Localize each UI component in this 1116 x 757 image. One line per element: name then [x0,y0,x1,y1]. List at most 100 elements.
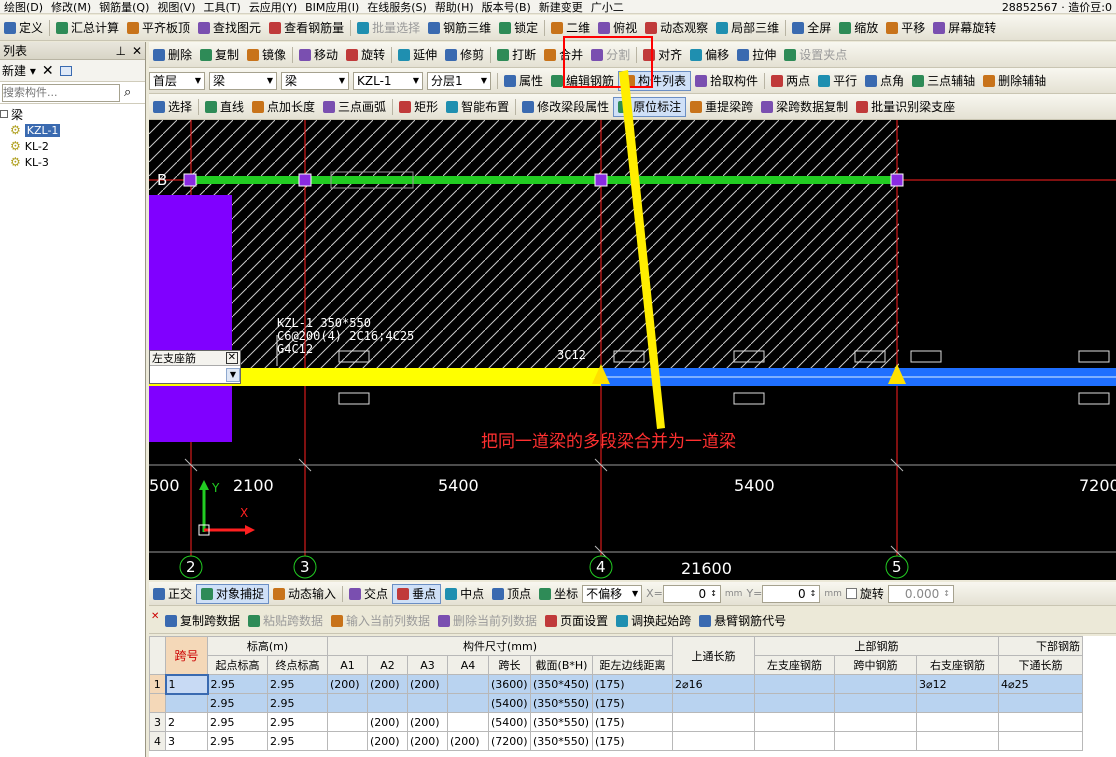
grid-item-4-button[interactable]: 页面设置 [541,611,612,631]
cell-span[interactable]: 1 [164,673,209,695]
offset-mode-select[interactable]: 不偏移 ▼ [582,584,643,603]
cell-a2[interactable] [367,693,408,713]
cell-mid[interactable] [834,712,917,732]
cell-start[interactable]: 2.95 [207,693,268,713]
chevron-down-icon[interactable]: ▼ [226,367,240,382]
cell-dist[interactable]: (175) [592,731,673,751]
edit-item-10-button[interactable]: 对齐 [639,45,686,65]
snap-item-4-button[interactable]: 垂点 [392,583,442,604]
menu-new-change[interactable]: 新建变更 [535,0,587,14]
x-input[interactable]: 0 ↕ [662,584,721,603]
cell-start[interactable]: 2.95 [207,712,268,732]
snap-item-1-button[interactable]: 对象捕捉 [196,583,270,604]
edit-item-8-button[interactable]: 合并 [540,45,587,65]
cell-a3[interactable]: (200) [407,674,448,694]
rotate-input[interactable]: 0.000 ↕ [887,584,954,603]
combo-type1[interactable]: 梁 ▼ [209,71,277,90]
draw-item-8-button[interactable]: 重提梁跨 [686,97,757,117]
menu-view[interactable]: 视图(V) [153,0,199,14]
pin-icon[interactable]: ⊥ [115,44,125,58]
stepper-icon[interactable]: ↕ [710,589,717,598]
cell-span[interactable]: 2 [165,712,208,732]
grid-item-0-button[interactable]: 复制跨数据 [161,611,244,631]
cell-start[interactable]: 2.95 [207,674,268,694]
tree-item[interactable]: ⚙ KZL-1 [0,122,145,138]
cell-len[interactable]: (3600) [488,674,531,694]
rotate-checkbox[interactable] [845,588,857,599]
draw-item-9-button[interactable]: 梁跨数据复制 [757,97,852,117]
cell-mid[interactable] [834,674,917,694]
comp-item-5-button[interactable]: 平行 [814,71,861,91]
cell-len[interactable]: (5400) [488,693,531,713]
draw-item-3-button[interactable]: 三点画弧 [319,97,390,117]
search-input[interactable] [2,83,120,102]
menu-tools[interactable]: 工具(T) [200,0,245,14]
edit-item-13-button[interactable]: 设置夹点 [780,45,851,65]
combo-layer[interactable]: 分层1 ▼ [427,71,491,90]
comp-item-3-button[interactable]: 拾取构件 [691,71,762,91]
comp-item-4-button[interactable]: 两点 [767,71,814,91]
tree-item[interactable]: ⚙ KL-3 [0,154,145,170]
edit-item-12-button[interactable]: 拉伸 [733,45,780,65]
cell-bot[interactable]: 4⌀25 [998,674,1083,694]
menu-draw[interactable]: 绘图(D) [0,0,47,14]
comp-item-0-button[interactable]: 属性 [500,71,547,91]
snap-item-6-button[interactable]: 顶点 [488,584,535,604]
snap-item-7-button[interactable]: 坐标 [535,584,582,604]
main-item-13-button[interactable]: 缩放 [835,18,882,38]
stepper-icon[interactable]: ↕ [943,589,950,598]
edit-item-4-button[interactable]: 旋转 [342,45,389,65]
draw-item-1-button[interactable]: 直线 [201,97,248,117]
main-item-15-button[interactable]: 屏幕旋转 [929,18,1000,38]
draw-item-2-button[interactable]: 点加长度 [248,97,319,117]
cell-bot[interactable] [998,731,1083,751]
edit-item-6-button[interactable]: 修剪 [441,45,488,65]
comp-item-8-button[interactable]: 删除辅轴 [979,71,1050,91]
edit-item-7-button[interactable]: 打断 [493,45,540,65]
snap-item-5-button[interactable]: 中点 [441,584,488,604]
cell-a1[interactable] [327,712,368,732]
cell-right[interactable] [916,712,999,732]
main-item-2-button[interactable]: 平齐板顶 [123,18,194,38]
grid-item-3-button[interactable]: 删除当前列数据 [434,611,541,631]
cell-a4[interactable] [447,674,489,694]
cell-bot[interactable] [998,693,1083,713]
search-icon[interactable]: ⌕ [124,85,131,100]
cell-dist[interactable]: (175) [592,693,673,713]
copy-icon[interactable] [59,65,72,76]
draw-item-7-button[interactable]: 原位标注 [613,96,687,117]
cell-sec[interactable]: (350*550) [530,693,593,713]
cell-sec[interactable]: (350*450) [530,674,593,694]
main-item-8-button[interactable]: 二维 [547,18,594,38]
draw-item-4-button[interactable]: 矩形 [395,97,442,117]
edit-item-2-button[interactable]: 镜像 [243,45,290,65]
draw-item-0-button[interactable]: 选择 [149,97,196,117]
y-input[interactable]: 0 ↕ [762,584,821,603]
drawing-canvas[interactable]: B KZL-1 350*550 C6@200(4) 2C16;4C25 G4C1… [149,120,1116,580]
cell-a2[interactable]: (200) [367,674,408,694]
main-item-5-button[interactable]: 批量选择 [353,18,424,38]
combo-type2[interactable]: 梁 ▼ [281,71,349,90]
cell-a2[interactable]: (200) [367,712,408,732]
table-row[interactable]: 1 1 2.95 2.95 (200) (200) (200) (3600) (350*450)… [149,673,1083,695]
cell-sec[interactable]: (350*550) [530,731,593,751]
cell-top_long[interactable] [672,693,755,713]
main-item-4-button[interactable]: 查看钢筋量 [265,18,348,38]
cell-bot[interactable] [998,712,1083,732]
cell-a1[interactable] [327,731,368,751]
header-span-no[interactable]: 跨号 [165,636,208,675]
close-icon[interactable]: ✕ [225,352,238,364]
cell-a4[interactable] [447,693,489,713]
draw-item-6-button[interactable]: 修改梁段属性 [518,97,613,117]
main-item-3-button[interactable]: 查找图元 [194,18,265,38]
cell-a1[interactable]: (200) [327,674,368,694]
menu-account[interactable]: 28852567 · 造价豆:0 [998,0,1116,14]
cell-start[interactable]: 2.95 [207,731,268,751]
cell-span[interactable]: 3 [165,731,208,751]
main-item-9-button[interactable]: 俯视 [594,18,641,38]
main-item-0-button[interactable]: 定义 [0,18,47,38]
table-row[interactable]: 3 2 2.95 2.95 (200) (200) (5400) (350*550) (175) [149,712,1083,732]
edit-item-0-button[interactable]: 删除 [149,45,196,65]
cell-end[interactable]: 2.95 [267,731,328,751]
grid-item-6-button[interactable]: 悬臂钢筋代号 [695,611,790,631]
